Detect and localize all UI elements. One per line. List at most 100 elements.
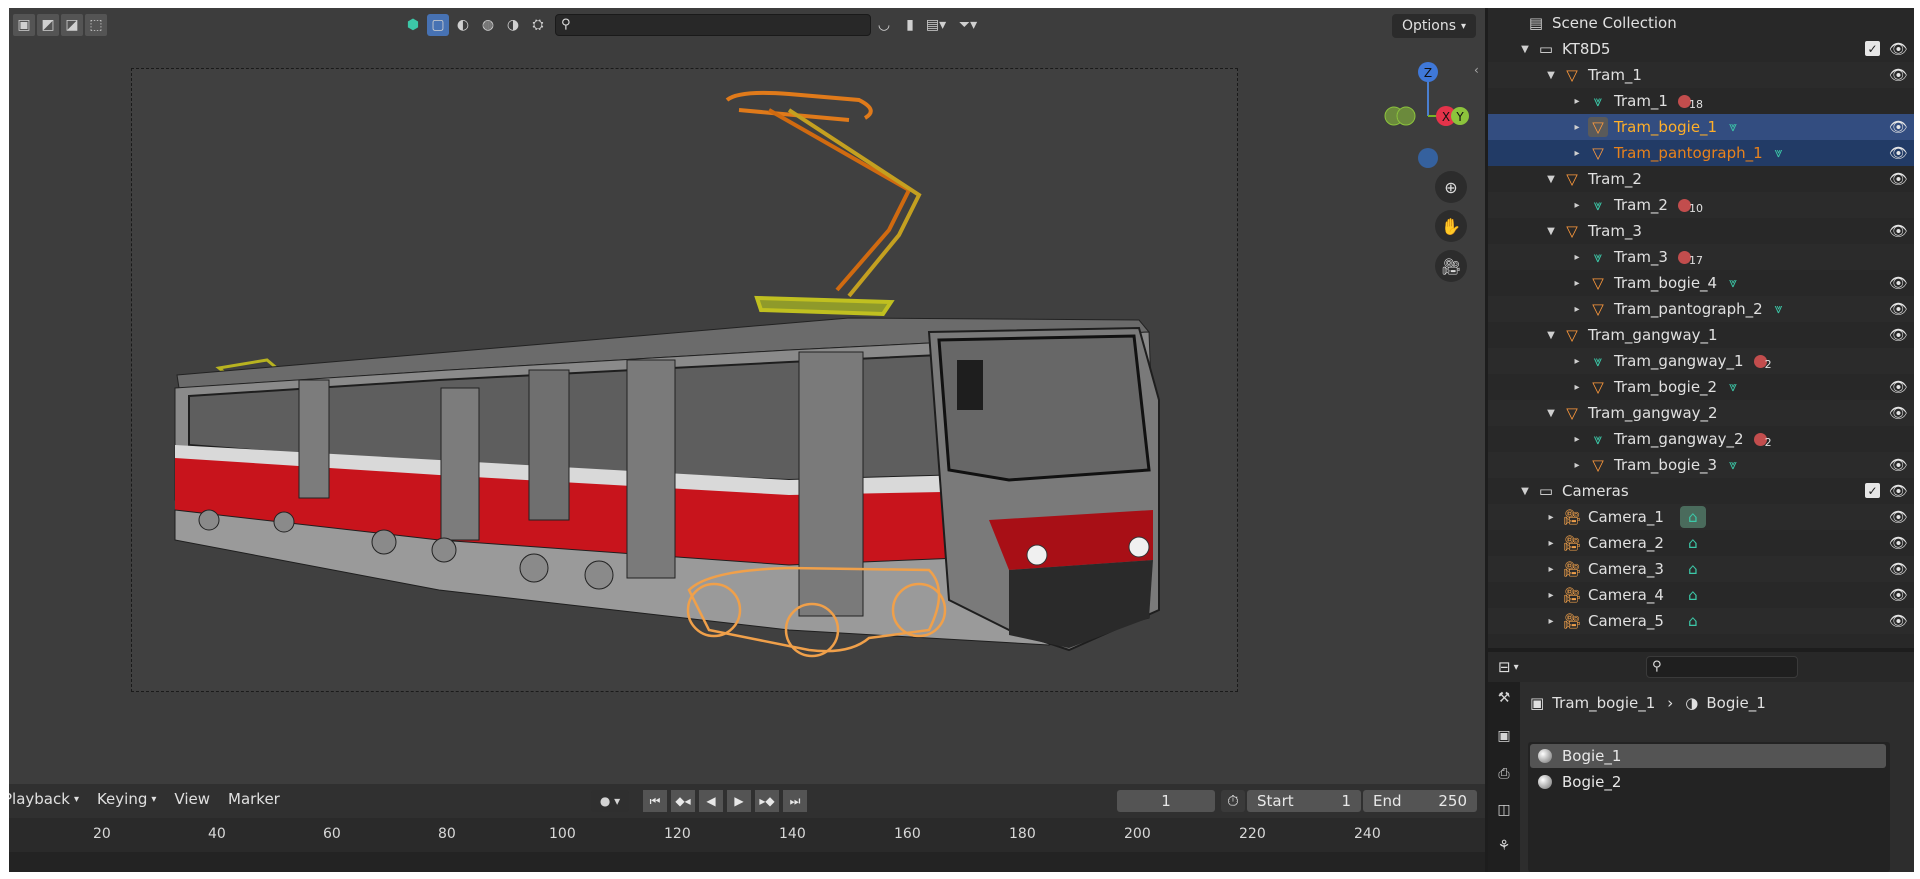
outliner-row-camera-3[interactable]: ▸ 🎥︎ Camera_3 ⌂ 👁︎ [1488,556,1914,582]
eye-icon[interactable]: 👁︎ [1889,404,1908,422]
eye-icon[interactable]: 👁︎ [1889,534,1908,552]
tool-tab-icon[interactable]: ⚒ [1492,686,1516,710]
expand-arrow-icon[interactable]: ▸ [1544,564,1558,575]
overlay-icon[interactable]: ◍ [477,14,499,36]
eye-icon[interactable]: 👁︎ [1889,612,1908,630]
viewport-search[interactable]: ⚲ [555,14,871,36]
eye-icon[interactable]: 👁︎ [1889,560,1908,578]
properties-search-input[interactable] [1647,657,1797,678]
record-icon[interactable]: ● ▾ [591,790,629,812]
curve-icon[interactable]: ◡ [873,14,895,36]
render-tab-icon[interactable]: ▣ [1492,724,1516,748]
outliner-row-tram-gangway-1-mesh[interactable]: ▸ ⩔ Tram_gangway_1 2 [1488,348,1914,374]
select-extend-icon[interactable]: ◩ [37,14,59,36]
camera-data-icon[interactable]: ⌂ [1680,584,1706,606]
eye-icon[interactable]: 👁︎ [1889,326,1908,344]
outliner-row-tram-bogie-3[interactable]: ▸ ▽ Tram_bogie_3 ⩔ 👁︎ [1488,452,1914,478]
eye-icon[interactable]: 👁︎ [1889,144,1908,162]
outliner-row-tram-bogie-2[interactable]: ▸ ▽ Tram_bogie_2 ⩔ 👁︎ [1488,374,1914,400]
eye-icon[interactable]: 👁︎ [1889,456,1908,474]
expand-arrow-icon[interactable]: ▸ [1570,460,1584,471]
camera-data-icon[interactable]: ⌂ [1680,532,1706,554]
eye-icon[interactable]: 👁︎ [1889,482,1908,500]
play-icon[interactable]: ▶ [727,790,751,812]
start-frame-field[interactable]: Start 1 [1247,790,1361,812]
outliner-row-tram-pantograph-1[interactable]: ▸ ▽ Tram_pantograph_1 ⩔ 👁︎ [1488,140,1914,166]
material-slot[interactable]: Bogie_1 [1530,744,1886,768]
scene-collection-row[interactable]: ▤ Scene Collection [1488,10,1914,36]
checkbox-icon[interactable]: ✓ [1865,483,1880,498]
expand-arrow-icon[interactable]: ▸ [1570,278,1584,289]
editor-type-dropdown[interactable]: ⊟ ▾ [1498,656,1540,678]
stopwatch-icon[interactable]: ⏱ [1221,790,1245,812]
expand-arrow-icon[interactable]: ▸ [1570,382,1584,393]
expand-arrow-icon[interactable]: ▸ [1544,616,1558,627]
eye-icon[interactable]: 👁︎ [1889,66,1908,84]
viewport-search-input[interactable] [556,15,870,36]
play-reverse-icon[interactable]: ◀ [699,790,723,812]
output-tab-icon[interactable]: ⎙ [1492,762,1516,786]
eye-icon[interactable]: 👁︎ [1889,300,1908,318]
select-subtract-icon[interactable]: ◪ [61,14,83,36]
layout-icon[interactable]: ▤▾ [925,14,947,36]
expand-arrow-icon[interactable]: ▼ [1518,486,1532,497]
object-mode-icon[interactable]: ▢ [427,14,449,36]
camera-data-icon[interactable]: ⌂ [1680,610,1706,632]
view-layer-tab-icon[interactable]: ◫ [1492,798,1516,822]
outliner-row-tram1-mesh[interactable]: ▸ ⩔ Tram_1 18 [1488,88,1914,114]
eye-icon[interactable]: 👁︎ [1889,170,1908,188]
next-keyframe-icon[interactable]: ▸◆ [755,790,779,812]
expand-arrow-icon[interactable]: ▸ [1570,200,1584,211]
properties-search[interactable]: ⚲ [1646,656,1798,678]
marker-menu[interactable]: Marker [228,790,280,808]
outliner-row-tram1[interactable]: ▼ ▽ Tram_1 👁︎ [1488,62,1914,88]
expand-arrow-icon[interactable]: ▸ [1570,252,1584,263]
eye-icon[interactable]: 👁︎ [1889,378,1908,396]
select-intersect-icon[interactable]: ⬚ [85,14,107,36]
outliner-row-tram-gangway-1[interactable]: ▼ ▽ Tram_gangway_1 👁︎ [1488,322,1914,348]
playback-menu[interactable]: Playback ▾ [9,790,79,808]
paint-icon[interactable]: ⛭ [527,14,549,36]
eye-icon[interactable]: 👁︎ [1889,222,1908,240]
bookmark-icon[interactable]: ▮ [899,14,921,36]
outliner-row-camera-5[interactable]: ▸ 🎥︎ Camera_5 ⌂ 👁︎ [1488,608,1914,634]
navigation-gizmo[interactable]: Z X Y [1372,48,1477,168]
camera-data-icon[interactable]: ⌂ [1680,558,1706,580]
outliner-row-camera-4[interactable]: ▸ 🎥︎ Camera_4 ⌂ 👁︎ [1488,582,1914,608]
expand-arrow-icon[interactable]: ▼ [1544,408,1558,419]
outliner-row-tram-bogie-1[interactable]: ▸ ▽ Tram_bogie_1 ⩔ 👁︎ [1488,114,1914,140]
3d-viewport[interactable]: ▣ ◩ ◪ ⬚ ⬢ ▢ ◐ ◍ ◑ ⛭ ⚲ ◡ ▮ ▤▾ ⏷▾ Options … [9,8,1485,784]
expand-arrow-icon[interactable]: ▸ [1544,538,1558,549]
expand-arrow-icon[interactable]: ▼ [1544,70,1558,81]
material-shading-icon[interactable]: ◑ [502,14,524,36]
camera-data-icon[interactable]: ⌂ [1679,506,1706,528]
outliner-row-kt8d5[interactable]: ▼ ▭ KT8D5 ✓ 👁︎ [1488,36,1914,62]
expand-arrow-icon[interactable]: ▸ [1544,512,1558,523]
options-dropdown[interactable]: Options ▾ [1392,14,1476,38]
expand-arrow-icon[interactable]: ▸ [1570,96,1584,107]
checkbox-icon[interactable]: ✓ [1865,41,1880,56]
outliner-row-tram-pantograph-2[interactable]: ▸ ▽ Tram_pantograph_2 ⩔ 👁︎ [1488,296,1914,322]
eye-icon[interactable]: 👁︎ [1889,586,1908,604]
select-box-icon[interactable]: ▣ [13,14,35,36]
outliner-row-tram-gangway-2-mesh[interactable]: ▸ ⩔ Tram_gangway_2 2 [1488,426,1914,452]
end-frame-field[interactable]: End 250 [1363,790,1477,812]
eye-icon[interactable]: 👁︎ [1889,508,1908,526]
expand-arrow-icon[interactable]: ▼ [1544,226,1558,237]
expand-arrow-icon[interactable]: ▸ [1544,590,1558,601]
expand-arrow-icon[interactable]: ▸ [1570,148,1584,159]
expand-arrow-icon[interactable]: ▼ [1544,330,1558,341]
eye-icon[interactable]: 👁︎ [1889,40,1908,58]
eye-icon[interactable]: 👁︎ [1889,274,1908,292]
expand-arrow-icon[interactable]: ▼ [1518,44,1532,55]
solid-shading-icon[interactable]: ◐ [452,14,474,36]
jump-end-icon[interactable]: ⏭ [783,790,807,812]
pan-hand-icon[interactable]: ✋ [1435,210,1467,242]
timeline-track-area[interactable] [9,852,1485,872]
filter-icon[interactable]: ⏷▾ [957,14,979,36]
expand-arrow-icon[interactable]: ▸ [1570,304,1584,315]
outliner-row-tram-gangway-2[interactable]: ▼ ▽ Tram_gangway_2 👁︎ [1488,400,1914,426]
expand-arrow-icon[interactable]: ▸ [1570,356,1584,367]
prev-keyframe-icon[interactable]: ◆◂ [671,790,695,812]
keying-menu[interactable]: Keying ▾ [97,790,156,808]
